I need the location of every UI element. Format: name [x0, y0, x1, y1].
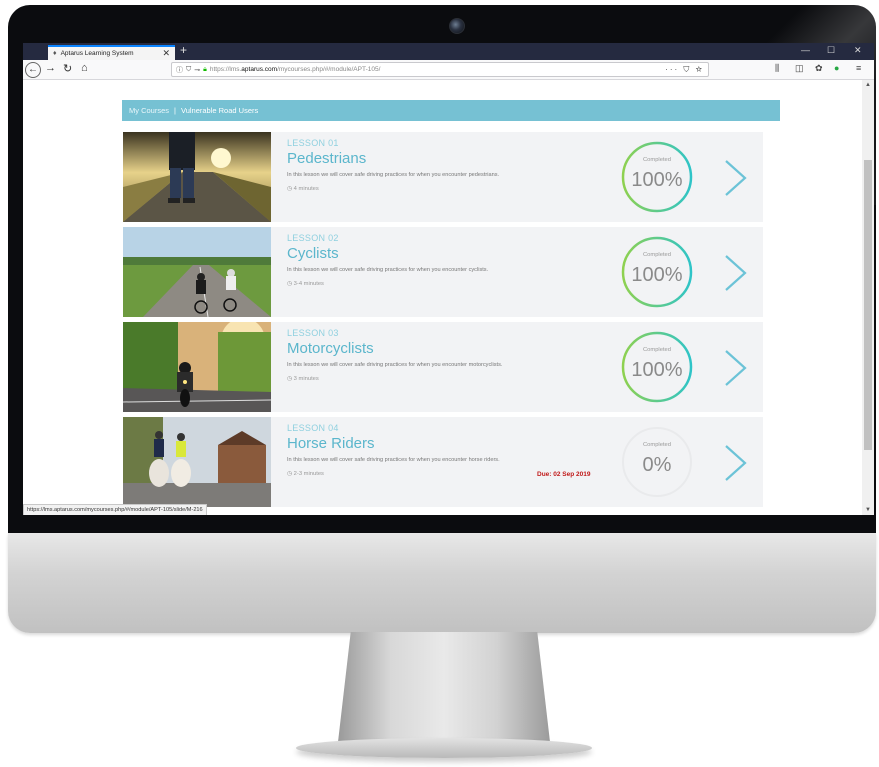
url-path: /mycourses.php/#/module/APT-105/ — [277, 66, 381, 73]
scroll-down-icon[interactable]: ▼ — [862, 507, 874, 513]
clock-icon: ◷ — [287, 376, 294, 382]
permissions-icon[interactable]: ⊸ — [194, 66, 200, 74]
lock-icon[interactable]: 🔒︎ — [203, 66, 207, 74]
lesson-description: In this lesson we will cover safe drivin… — [287, 267, 489, 273]
url-bar[interactable]: ⓘ ⛉ ⊸ 🔒︎ https://lms.aptarus.com/mycours… — [171, 62, 709, 77]
menu-icon[interactable]: ≡ — [856, 63, 861, 73]
lesson-number: LESSON 02 — [287, 233, 339, 243]
lesson-description: In this lesson we will cover safe drivin… — [287, 457, 500, 463]
lesson-card[interactable]: LESSON 03 Motorcyclists In this lesson w… — [123, 322, 763, 412]
breadcrumb: My Courses | Vulnerable Road Users — [122, 100, 780, 121]
back-icon[interactable]: ← — [25, 62, 41, 78]
imac-chin — [8, 533, 876, 633]
breadcrumb-current: Vulnerable Road Users — [180, 106, 259, 115]
reload-icon[interactable]: ↻ — [63, 62, 72, 75]
maximize-icon[interactable]: ☐ — [827, 45, 835, 56]
chevron-right-icon[interactable] — [721, 348, 749, 388]
lesson-number: LESSON 03 — [287, 328, 339, 338]
sidebar-icon[interactable]: ◫ — [795, 63, 804, 74]
clock-icon: ◷ — [287, 186, 294, 192]
duration-text: 3-4 minutes — [293, 281, 324, 287]
close-window-icon[interactable]: ✕ — [854, 45, 862, 56]
vertical-scrollbar[interactable]: ▲ ▼ — [862, 80, 874, 515]
lesson-title[interactable]: Motorcyclists — [287, 340, 374, 357]
progress-status-label: Completed — [642, 442, 672, 448]
lesson-duration: ◷ 2-3 minutes — [287, 471, 324, 477]
lesson-number: LESSON 01 — [287, 138, 339, 148]
imac-stand — [338, 632, 550, 742]
camera-icon — [449, 18, 465, 34]
lesson-thumbnail-cyclists — [123, 227, 271, 317]
lesson-description: In this lesson we will cover safe drivin… — [287, 362, 503, 368]
progress-percent: 0% — [642, 454, 672, 476]
progress-status-label: Completed — [642, 252, 672, 258]
breadcrumb-my-courses[interactable]: My Courses — [129, 106, 169, 115]
minimize-icon[interactable]: — — [801, 45, 810, 55]
status-bar-url: https://lms.aptarus.com/mycourses.php/#/… — [23, 504, 207, 515]
forward-icon[interactable]: → — [45, 62, 56, 74]
due-date: Due: 02 Sep 2019 — [537, 471, 591, 478]
lesson-card[interactable]: LESSON 04 Horse Riders In this lesson we… — [123, 417, 763, 507]
extension-icon[interactable]: ✿ — [815, 63, 823, 74]
lesson-thumbnail-pedestrians — [123, 132, 271, 222]
tab-bar: ♦ Aptarus Learning System ✕ + — ☐ ✕ — [23, 43, 874, 60]
chevron-right-icon[interactable] — [721, 443, 749, 483]
scroll-up-icon[interactable]: ▲ — [862, 82, 874, 88]
imac-stand-base — [296, 738, 592, 758]
chevron-right-icon[interactable] — [721, 253, 749, 293]
duration-text: 4 minutes — [293, 186, 319, 192]
home-icon[interactable]: ⌂ — [81, 62, 88, 74]
close-tab-icon[interactable]: ✕ — [162, 48, 170, 59]
lesson-duration: ◷ 3 minutes — [287, 376, 319, 382]
lesson-number: LESSON 04 — [287, 423, 339, 433]
screen: ♦ Aptarus Learning System ✕ + — ☐ ✕ ← → … — [23, 43, 874, 515]
tab-title: Aptarus Learning System — [60, 50, 134, 57]
breadcrumb-separator: | — [174, 106, 176, 115]
progress-status-label: Completed — [642, 157, 672, 163]
lesson-title[interactable]: Pedestrians — [287, 150, 366, 167]
url-text[interactable]: https://lms.aptarus.com/mycourses.php/#/… — [210, 66, 662, 73]
url-prefix: https://lms. — [209, 66, 242, 73]
lesson-duration: ◷ 3-4 minutes — [287, 281, 324, 287]
page-content: My Courses | Vulnerable Road Users LESSO… — [23, 80, 862, 515]
lesson-title[interactable]: Cyclists — [287, 245, 339, 262]
profile-icon[interactable]: ● — [834, 63, 839, 73]
nav-bar: ← → ↻ ⌂ ⓘ ⛉ ⊸ 🔒︎ https://lms.aptarus.com… — [23, 60, 874, 80]
browser-tab[interactable]: ♦ Aptarus Learning System ✕ — [48, 45, 175, 60]
url-host: aptarus.com — [241, 66, 278, 73]
library-icon[interactable]: ⫼ — [775, 63, 779, 74]
page-actions-icon[interactable]: ··· ⛉ ☆ — [665, 65, 704, 75]
progress-percent: 100% — [631, 264, 683, 286]
scroll-thumb[interactable] — [864, 160, 872, 450]
progress-status-label: Completed — [642, 347, 672, 353]
lesson-title[interactable]: Horse Riders — [287, 435, 375, 452]
tracking-shield-icon[interactable]: ⛉ — [186, 66, 191, 74]
duration-text: 3 minutes — [293, 376, 319, 382]
progress-percent: 100% — [631, 359, 683, 381]
new-tab-button[interactable]: + — [180, 43, 187, 57]
progress-percent: 100% — [631, 169, 683, 191]
lesson-thumbnail-horse-riders — [123, 417, 271, 507]
lesson-card[interactable]: LESSON 01 Pedestrians In this lesson we … — [123, 132, 763, 222]
clock-icon: ◷ — [287, 471, 294, 477]
site-favicon-icon: ♦ — [53, 50, 57, 57]
clock-icon: ◷ — [287, 281, 294, 287]
lesson-thumbnail-motorcyclists — [123, 322, 271, 412]
lesson-duration: ◷ 4 minutes — [287, 186, 319, 192]
lesson-card[interactable]: LESSON 02 Cyclists In this lesson we wil… — [123, 227, 763, 317]
chevron-right-icon[interactable] — [721, 158, 749, 198]
duration-text: 2-3 minutes — [293, 471, 324, 477]
lesson-description: In this lesson we will cover safe drivin… — [287, 172, 500, 178]
info-icon[interactable]: ⓘ — [176, 65, 183, 75]
